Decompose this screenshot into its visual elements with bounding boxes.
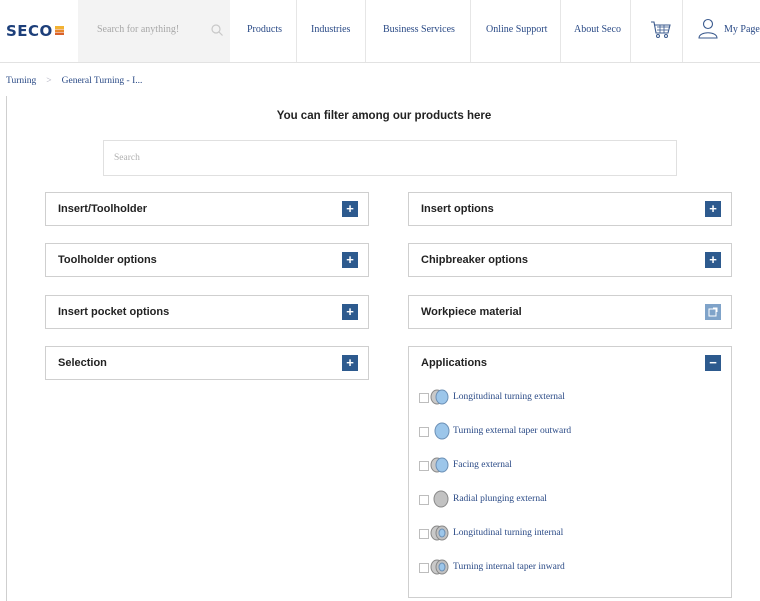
expand-plus-icon[interactable]: + bbox=[342, 304, 358, 320]
panel-title: Insert/Toolholder bbox=[58, 203, 148, 215]
application-checkbox[interactable] bbox=[419, 563, 429, 573]
collapse-minus-icon[interactable]: − bbox=[705, 355, 721, 371]
filter-panel-applications: Applications − Longitudinal turning exte… bbox=[408, 346, 732, 598]
search-icon[interactable] bbox=[210, 23, 224, 37]
panel-title: Applications bbox=[421, 357, 488, 369]
filter-heading: You can filter among our products here bbox=[276, 110, 492, 122]
panel-title: Selection bbox=[58, 357, 107, 369]
panel-title: Insert options bbox=[421, 203, 494, 215]
panel-title: Workpiece material bbox=[421, 306, 522, 318]
facing-external-icon bbox=[430, 457, 449, 473]
filter-panel-selection[interactable]: Selection + bbox=[45, 346, 369, 380]
nav-my-pages[interactable]: My Pages bbox=[724, 24, 760, 35]
external-link-icon[interactable] bbox=[705, 304, 721, 320]
global-search-input[interactable]: Search for anything! bbox=[78, 0, 230, 62]
application-checkbox[interactable] bbox=[419, 427, 429, 437]
application-checkbox[interactable] bbox=[419, 393, 429, 403]
application-label: Radial plunging external bbox=[453, 494, 547, 504]
panel-title: Chipbreaker options bbox=[421, 254, 528, 266]
filter-panel-insert-options[interactable]: Insert options + bbox=[408, 192, 732, 226]
nav-divider bbox=[560, 0, 561, 62]
nav-online-support[interactable]: Online Support bbox=[486, 24, 547, 35]
global-search-placeholder: Search for anything! bbox=[97, 24, 180, 35]
turning-external-taper-outward-icon bbox=[434, 422, 450, 440]
expand-plus-icon[interactable]: + bbox=[705, 252, 721, 268]
nav-divider bbox=[682, 0, 683, 62]
nav-divider bbox=[365, 0, 366, 62]
nav-about-seco[interactable]: About Seco bbox=[574, 24, 621, 35]
expand-plus-icon[interactable]: + bbox=[342, 201, 358, 217]
nav-industries[interactable]: Industries bbox=[311, 24, 350, 35]
longitudinal-turning-external-icon bbox=[430, 389, 449, 405]
filter-panel-toolholder-options[interactable]: Toolholder options + bbox=[45, 243, 369, 277]
radial-plunging-external-icon bbox=[433, 490, 449, 508]
expand-plus-icon[interactable]: + bbox=[705, 201, 721, 217]
logo-text: SECO bbox=[6, 22, 53, 40]
turning-internal-taper-inward-icon bbox=[430, 559, 449, 575]
application-label: Facing external bbox=[453, 460, 512, 470]
seco-logo[interactable]: SECO bbox=[6, 22, 64, 40]
breadcrumb-chevron-icon: > bbox=[46, 76, 52, 86]
application-label: Turning external taper outward bbox=[453, 426, 572, 436]
expand-plus-icon[interactable]: + bbox=[342, 355, 358, 371]
filter-panel-insert-pocket-options[interactable]: Insert pocket options + bbox=[45, 295, 369, 329]
application-label: Longitudinal turning internal bbox=[453, 528, 564, 538]
application-label: Longitudinal turning external bbox=[453, 392, 565, 402]
expand-plus-icon[interactable]: + bbox=[342, 252, 358, 268]
nav-products[interactable]: Products bbox=[247, 24, 282, 35]
filter-panel-chipbreaker-options[interactable]: Chipbreaker options + bbox=[408, 243, 732, 277]
panel-title: Toolholder options bbox=[58, 254, 157, 266]
filter-search-input[interactable]: Search bbox=[103, 140, 677, 176]
panel-title: Insert pocket options bbox=[58, 306, 170, 318]
breadcrumb: Turning > General Turning - I... bbox=[6, 76, 142, 86]
filter-panel-insert-toolholder[interactable]: Insert/Toolholder + bbox=[45, 192, 369, 226]
filter-content-area: You can filter among our products here S… bbox=[6, 96, 760, 601]
breadcrumb-item-general-turning[interactable]: General Turning - I... bbox=[62, 76, 143, 86]
application-checkbox[interactable] bbox=[419, 529, 429, 539]
nav-divider bbox=[470, 0, 471, 62]
longitudinal-turning-internal-icon bbox=[430, 525, 449, 541]
nav-divider bbox=[296, 0, 297, 62]
application-checkbox[interactable] bbox=[419, 495, 429, 505]
nav-divider bbox=[630, 0, 631, 62]
cart-icon[interactable] bbox=[648, 16, 674, 42]
application-checkbox[interactable] bbox=[419, 461, 429, 471]
filter-search-placeholder: Search bbox=[114, 153, 140, 163]
breadcrumb-item-turning[interactable]: Turning bbox=[6, 76, 36, 86]
top-navigation-bar: SECO Search for anything! Products Indus… bbox=[0, 0, 760, 63]
user-icon[interactable] bbox=[696, 16, 722, 42]
nav-business-services[interactable]: Business Services bbox=[383, 24, 455, 35]
application-label: Turning internal taper inward bbox=[453, 562, 565, 572]
filter-panel-workpiece-material[interactable]: Workpiece material bbox=[408, 295, 732, 329]
logo-mark-icon bbox=[54, 26, 64, 35]
